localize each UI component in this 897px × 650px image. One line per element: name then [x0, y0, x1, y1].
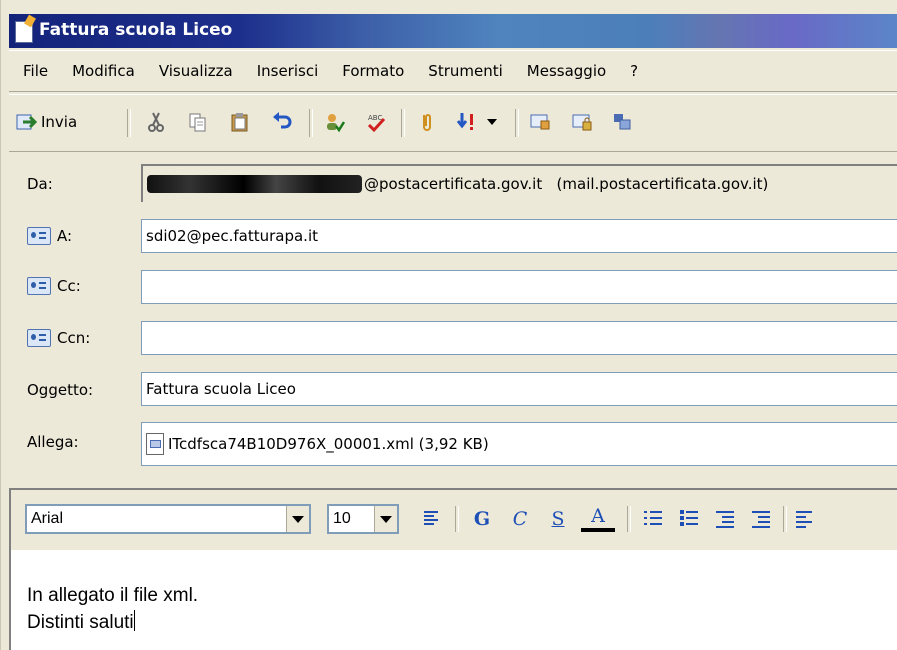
font-color-button[interactable]: A	[581, 504, 615, 532]
cut-icon	[148, 112, 164, 132]
attach-button[interactable]	[415, 107, 437, 137]
to-label: A:	[57, 227, 73, 245]
paragraph-style-button[interactable]	[421, 504, 445, 534]
text-cursor	[133, 610, 135, 631]
priority-button[interactable]	[455, 107, 497, 137]
address-book-icon[interactable]	[27, 277, 51, 295]
bcc-label: Ccn:	[57, 329, 91, 347]
font-size-value: 10	[333, 510, 351, 527]
attachment-field[interactable]: ITcdfsca74B10D976X_00001.xml (3,92 KB)	[141, 422, 897, 466]
offline-icon	[614, 114, 631, 130]
menu-bar: File Modifica Visualizza Inserisci Forma…	[9, 50, 897, 92]
title-bar[interactable]: Fattura scuola Liceo	[9, 14, 897, 48]
cut-button[interactable]	[145, 107, 167, 137]
subject-field[interactable]: Fattura scuola Liceo	[141, 372, 897, 406]
body-line-1: In allegato il file xml.	[27, 585, 199, 606]
to-field[interactable]: sdi02@pec.fatturapa.it	[141, 219, 897, 253]
attachment-name[interactable]: ITcdfsca74B10D976X_00001.xml (3,92 KB)	[168, 435, 489, 453]
send-button[interactable]: Invia	[15, 107, 77, 137]
toolbar-separator	[783, 506, 787, 532]
numbered-list-button[interactable]	[639, 504, 667, 534]
address-book-icon[interactable]	[27, 329, 51, 347]
check-names-icon	[327, 114, 345, 133]
cc-label: Cc:	[57, 277, 81, 295]
toolbar-separator	[309, 109, 313, 137]
copy-button[interactable]	[187, 107, 209, 137]
bcc-field[interactable]	[141, 321, 897, 355]
paste-button[interactable]	[229, 107, 251, 137]
increase-indent-button[interactable]	[747, 504, 775, 534]
menu-formato[interactable]: Formato	[330, 57, 416, 85]
menu-messaggio[interactable]: Messaggio	[515, 57, 618, 85]
bcc-label-row[interactable]: Ccn:	[27, 320, 90, 356]
attach-label: Allega:	[27, 433, 79, 451]
bold-button[interactable]: G	[465, 504, 499, 534]
subject-label: Oggetto:	[27, 381, 94, 399]
sign-button[interactable]	[529, 107, 551, 137]
font-name-select[interactable]: Arial	[25, 504, 311, 534]
send-icon	[16, 114, 37, 130]
menu-visualizza[interactable]: Visualizza	[147, 57, 245, 85]
spelling-button[interactable]: ABC	[365, 107, 387, 137]
toolbar-separator	[627, 506, 631, 532]
underline-button[interactable]: S	[541, 504, 575, 534]
sign-icon	[530, 114, 550, 130]
font-name-value: Arial	[31, 510, 64, 527]
align-left-button[interactable]	[793, 504, 817, 534]
paperclip-icon	[423, 114, 431, 131]
to-value: sdi02@pec.fatturapa.it	[146, 227, 318, 245]
undo-icon	[273, 112, 292, 129]
toolbar-separator	[127, 109, 131, 137]
toolbar: Invia ABC	[9, 94, 897, 152]
toolbar-separator	[515, 109, 519, 137]
formatting-toolbar: Arial 10 G C S A	[9, 488, 897, 550]
offline-button[interactable]	[611, 107, 633, 137]
encrypt-icon	[572, 114, 592, 131]
subject-value: Fattura scuola Liceo	[146, 380, 296, 398]
encrypt-button[interactable]	[571, 107, 593, 137]
chevron-down-icon[interactable]	[374, 506, 397, 532]
window-title: Fattura scuola Liceo	[39, 20, 233, 40]
message-body[interactable]: In allegato il file xml. Distinti saluti	[9, 550, 897, 650]
decrease-indent-button[interactable]	[711, 504, 739, 534]
increase-indent-icon	[752, 510, 770, 528]
cc-field[interactable]	[141, 270, 897, 304]
undo-button[interactable]	[271, 107, 293, 137]
menu-help[interactable]: ?	[618, 57, 650, 85]
chevron-down-icon[interactable]	[286, 506, 309, 532]
address-book-icon[interactable]	[27, 227, 51, 245]
check-names-button[interactable]	[323, 107, 345, 137]
cc-label-row[interactable]: Cc:	[27, 268, 81, 304]
menu-inserisci[interactable]: Inserisci	[245, 57, 331, 85]
bullet-list-icon	[680, 510, 698, 528]
font-size-select[interactable]: 10	[327, 504, 399, 534]
paragraph-style-icon	[424, 510, 442, 528]
body-line-2: Distinti saluti	[27, 610, 135, 633]
message-icon	[15, 21, 33, 43]
paste-icon	[231, 113, 248, 132]
menu-strumenti[interactable]: Strumenti	[416, 57, 514, 85]
menu-file[interactable]: File	[9, 57, 60, 85]
dropdown-arrow-icon[interactable]	[487, 119, 497, 125]
bullet-list-button[interactable]	[675, 504, 703, 534]
send-label: Invia	[41, 113, 78, 131]
toolbar-separator	[455, 506, 459, 532]
copy-icon	[189, 113, 206, 132]
align-left-icon	[796, 510, 814, 528]
italic-button[interactable]: C	[503, 504, 537, 534]
svg-text:ABC: ABC	[368, 114, 382, 122]
priority-icon	[456, 113, 473, 130]
to-label-row[interactable]: A:	[27, 218, 72, 254]
menu-modifica[interactable]: Modifica	[60, 57, 147, 85]
spelling-icon: ABC	[367, 114, 386, 133]
from-label: Da:	[27, 175, 53, 193]
xml-file-icon	[146, 433, 164, 455]
numbered-list-icon	[644, 510, 662, 528]
compose-window: Fattura scuola Liceo File Modifica Visua…	[0, 0, 897, 650]
toolbar-separator	[401, 109, 405, 137]
decrease-indent-icon	[716, 510, 734, 528]
redacted-address	[147, 175, 362, 193]
from-value: @postacertificata.gov.it (mail.postacert…	[364, 175, 769, 193]
from-field[interactable]: @postacertificata.gov.it (mail.postacert…	[141, 164, 897, 202]
